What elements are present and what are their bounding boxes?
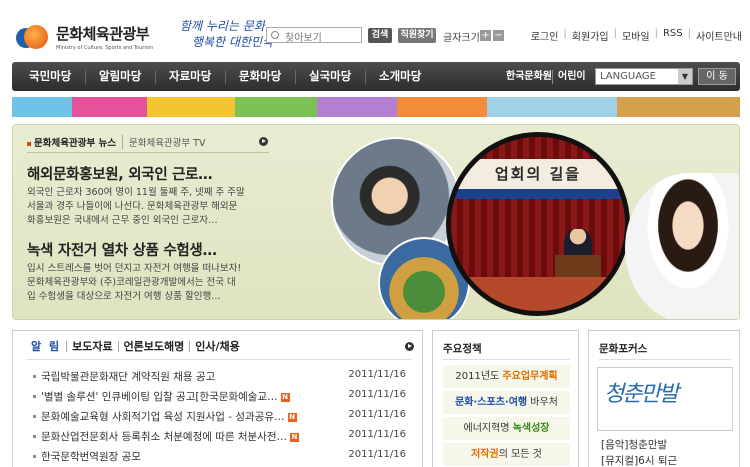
conference-banner-text: 업회의 길을 bbox=[451, 159, 625, 189]
nav-item-notice[interactable]: 알림마당 bbox=[99, 62, 141, 91]
feature-banner: 문화체육관광부 뉴스 문화체육관광부 TV 해외문화홍보원, 외국인 근로… 외… bbox=[12, 124, 740, 320]
utility-links: 로그인 | 회원가입 | 모바일 | RSS | 사이트만내 bbox=[530, 28, 742, 43]
policy-heading: 주요정책 bbox=[443, 343, 482, 355]
photo-woman-smiling[interactable] bbox=[625, 173, 739, 319]
ministry-logo[interactable]: 문화체육관광부 Ministry of Culture, Sports and … bbox=[16, 22, 153, 52]
strip-tv-icon[interactable] bbox=[317, 97, 397, 117]
news-headline-1[interactable]: 해외문화홍보원, 외국인 근로… bbox=[27, 163, 213, 184]
notice-title[interactable]: 한국문학번역원장 공모 bbox=[41, 449, 141, 464]
login-link[interactable]: 로그인 bbox=[531, 28, 559, 43]
search-placeholder: 찾아보기 bbox=[285, 33, 322, 44]
font-decrease-button[interactable]: − bbox=[493, 30, 504, 41]
font-size-label: 글자크기 bbox=[443, 33, 480, 44]
tab-notice[interactable]: 알 림 bbox=[27, 341, 66, 352]
slogan: 함께 누리는 문화 행복한 대한민국 bbox=[180, 18, 273, 50]
logo-emblem-icon bbox=[16, 22, 52, 52]
notice-title[interactable]: 국립박물관문화재단 계약직원 채용 공고 bbox=[41, 369, 215, 384]
notice-date: 2011/11/16 bbox=[348, 369, 406, 380]
kids-link[interactable]: 어린이 bbox=[558, 62, 586, 91]
strip-megaphone-icon[interactable] bbox=[72, 97, 147, 117]
slogan-line-1: 함께 누리는 문화 bbox=[180, 19, 265, 33]
more-arrow-icon[interactable] bbox=[405, 342, 414, 351]
notice-title[interactable]: 문화산업전문회사 등록취소 처분예정에 따른 처분사전… N bbox=[41, 429, 300, 444]
tab-ministry-news[interactable]: 문화체육관광부 뉴스 bbox=[27, 135, 116, 149]
feature-tabs: 문화체육관광부 뉴스 문화체육관광부 TV bbox=[27, 135, 205, 149]
strip-info-icon[interactable] bbox=[487, 97, 617, 117]
logo-title: 문화체육관광부 bbox=[56, 25, 150, 43]
culture-focus-heading: 문화포커스 bbox=[599, 343, 648, 355]
signup-link[interactable]: 회원가입 bbox=[572, 28, 609, 43]
news-headline-2[interactable]: 녹색 자전거 열차 상품 수험생… bbox=[27, 239, 217, 260]
notice-date: 2011/11/16 bbox=[348, 389, 406, 400]
new-badge-icon: N bbox=[280, 392, 290, 402]
main-navigation: 국민마당 알림마당 자료마당 문화마당 실국마당 소개마당 한국문화원 어린이 … bbox=[12, 62, 740, 91]
policy-item-voucher[interactable]: 문화·스포츠·여행 바우처 bbox=[443, 391, 570, 415]
notice-row[interactable]: 문화산업전문회사 등록취소 처분예정에 따른 처분사전… N 2011/11/16 bbox=[29, 427, 414, 447]
notice-tabs: 알 림 보도자료 언론보도해명 인사/채용 bbox=[27, 341, 245, 352]
language-go-button[interactable]: 이 동 bbox=[698, 68, 736, 85]
strip-people-icon[interactable] bbox=[12, 97, 72, 117]
culture-focus-image[interactable]: 청춘만발 bbox=[597, 367, 733, 431]
search-input[interactable]: 찾아보기 bbox=[266, 27, 362, 44]
photo-conference[interactable]: 업회의 길을 bbox=[446, 132, 630, 316]
staff-search-button[interactable]: 직원찾기 bbox=[398, 28, 436, 43]
rss-link[interactable]: RSS bbox=[663, 28, 683, 43]
tab-recruitment[interactable]: 인사/채용 bbox=[189, 341, 245, 352]
culture-item[interactable]: [음악]청춘만발 bbox=[601, 437, 667, 452]
search-button[interactable]: 검색 bbox=[368, 28, 392, 43]
language-select[interactable]: LANGUAGE ▼ bbox=[595, 68, 693, 85]
nav-item-about[interactable]: 소개마당 bbox=[379, 62, 421, 91]
notice-row[interactable]: 한국문학번역원장 공모 2011/11/16 bbox=[29, 447, 414, 467]
slogan-line-2: 행복한 대한민국 bbox=[192, 35, 274, 49]
tab-ministry-tv[interactable]: 문화체육관광부 TV bbox=[121, 135, 205, 149]
sitemap-link[interactable]: 사이트만내 bbox=[696, 28, 742, 43]
search-icon bbox=[271, 31, 279, 39]
nav-item-culture[interactable]: 문화마당 bbox=[239, 62, 281, 91]
news-summary-1: 외국인 근로자 360여 명이 11월 둘째 주, 넷째 주 주말 서울과 경주… bbox=[27, 187, 245, 226]
header: 문화체육관광부 Ministry of Culture, Sports and … bbox=[0, 0, 750, 60]
notice-row[interactable]: 문화예술교육형 사회적기업 육성 지원사업 - 성과공유… N 2011/11/1… bbox=[29, 407, 414, 427]
nav-item-public[interactable]: 국민마당 bbox=[29, 62, 71, 91]
chevron-down-icon: ▼ bbox=[678, 69, 692, 84]
mobile-link[interactable]: 모바일 bbox=[622, 28, 650, 43]
font-increase-button[interactable]: + bbox=[480, 30, 491, 41]
tab-press-release[interactable]: 보도자료 bbox=[66, 341, 117, 352]
news-summary-2: 입시 스트레스를 벗어 던지고 자전거 여행을 떠나보자! 문화체육관광부와 (… bbox=[27, 263, 242, 302]
culture-item[interactable]: [뮤지컬]6시 퇴근 bbox=[601, 453, 677, 467]
strip-music-icon[interactable] bbox=[235, 97, 317, 117]
notice-title[interactable]: '별별 솔루션' 인큐베이팅 입찰 공고[한국문화예술교… N bbox=[41, 389, 290, 404]
notice-date: 2011/11/16 bbox=[348, 409, 406, 420]
strip-building-icon[interactable] bbox=[617, 97, 740, 117]
policy-item-annual-plan[interactable]: 2011년도 주요업무계획 bbox=[443, 365, 570, 389]
category-strip bbox=[12, 97, 740, 117]
culture-focus-panel: 문화포커스 청춘만발 [음악]청춘만발 [뮤지컬]6시 퇴근 bbox=[588, 330, 740, 467]
strip-camera-icon[interactable] bbox=[397, 97, 487, 117]
notice-date: 2011/11/16 bbox=[348, 429, 406, 440]
play-icon[interactable] bbox=[259, 137, 268, 146]
notice-date: 2011/11/16 bbox=[348, 449, 406, 460]
calligraphy-title: 청춘만발 bbox=[604, 382, 679, 407]
notice-title[interactable]: 문화예술교육형 사회적기업 육성 지원사업 - 성과공유… N bbox=[41, 409, 297, 424]
policy-item-copyright[interactable]: 저작권의 모든 것 bbox=[443, 443, 570, 467]
tab-press-clarification[interactable]: 언론보도해명 bbox=[117, 341, 190, 352]
new-badge-icon: N bbox=[287, 412, 297, 422]
notice-row[interactable]: 국립박물관문화재단 계약직원 채용 공고 2011/11/16 bbox=[29, 367, 414, 387]
nav-item-resources[interactable]: 자료마당 bbox=[169, 62, 211, 91]
nav-item-departments[interactable]: 실국마당 bbox=[309, 62, 351, 91]
korean-culture-center-link[interactable]: 한국문화원 bbox=[506, 62, 552, 91]
policy-item-green-growth[interactable]: 에너지혁명 녹색성장 bbox=[443, 417, 570, 441]
new-badge-icon: N bbox=[290, 432, 300, 442]
language-select-value: LANGUAGE bbox=[600, 71, 656, 82]
strip-folder-icon[interactable] bbox=[147, 97, 235, 117]
notice-panel: 알 림 보도자료 언론보도해명 인사/채용 국립박물관문화재단 계약직원 채용 … bbox=[12, 330, 423, 467]
policy-panel: 주요정책 2011년도 주요업무계획 문화·스포츠·여행 바우처 에너지혁명 녹… bbox=[432, 330, 579, 467]
notice-row[interactable]: '별별 솔루션' 인큐베이팅 입찰 공고[한국문화예술교… N 2011/11/1… bbox=[29, 387, 414, 407]
logo-subtitle: Ministry of Culture, Sports and Tourism bbox=[56, 45, 154, 51]
